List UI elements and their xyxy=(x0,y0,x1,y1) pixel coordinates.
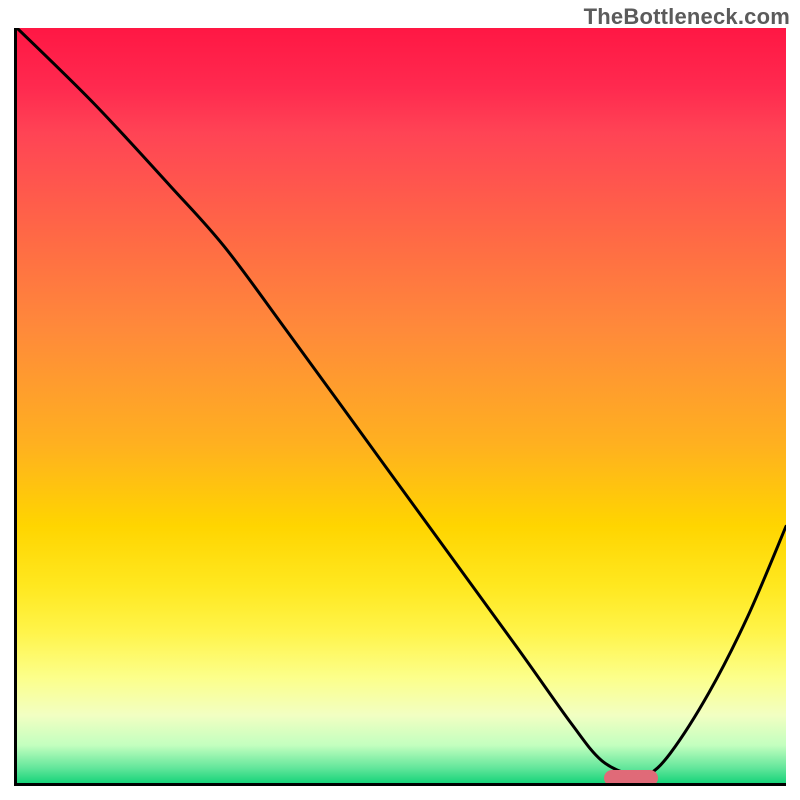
watermark-text: TheBottleneck.com xyxy=(584,4,790,30)
optimal-marker xyxy=(604,770,658,786)
curve-layer xyxy=(17,28,786,783)
chart-canvas: TheBottleneck.com xyxy=(0,0,800,800)
plot-area xyxy=(14,28,786,786)
bottleneck-curve-path xyxy=(17,28,786,778)
